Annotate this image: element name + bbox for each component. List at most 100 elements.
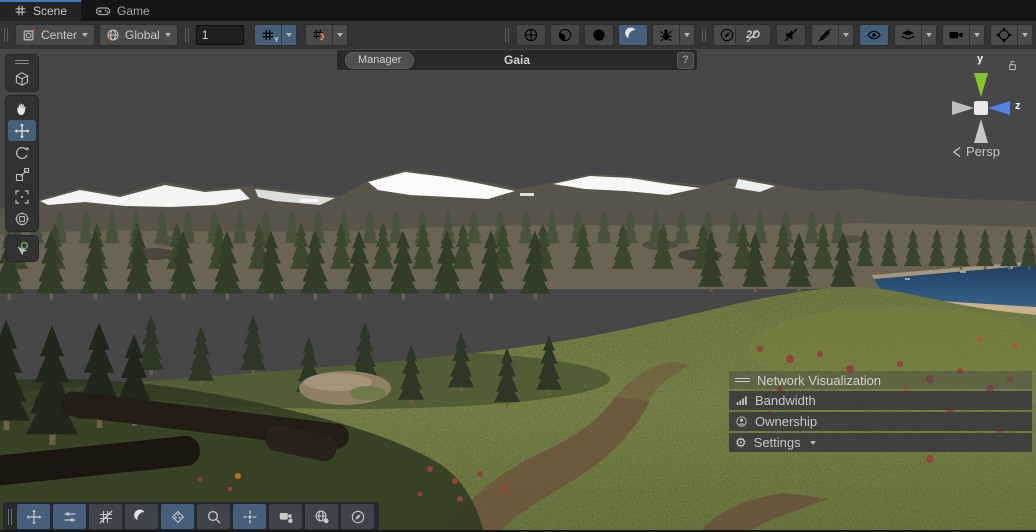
scene-grid-icon	[14, 4, 27, 17]
axis-y-label: y	[977, 53, 983, 65]
toolbar-separator	[702, 28, 706, 42]
axis-z-label: z	[1015, 100, 1021, 112]
toolbar-drag-handle[interactable]	[4, 28, 8, 42]
axis-left-cone[interactable]	[952, 101, 974, 115]
strip-compass-button[interactable]	[341, 504, 374, 529]
tools-drag-handle[interactable]	[8, 57, 36, 67]
chevron-down-icon	[810, 441, 816, 445]
gaia-help-button[interactable]: ?	[677, 52, 694, 69]
network-panel-header[interactable]: Network Visualization	[729, 371, 1032, 389]
grid-axis-letter: Y	[274, 37, 279, 44]
bottom-tool-strip	[3, 502, 379, 531]
gizmos-button[interactable]	[991, 25, 1017, 45]
grid-axis-dropdown[interactable]	[281, 25, 296, 45]
strip-drag-handle[interactable]	[8, 509, 12, 525]
strip-grid-snap-off-button[interactable]	[89, 504, 122, 529]
tab-game-label: Game	[117, 4, 150, 18]
orientation-label: Global	[125, 28, 160, 42]
grid-size-input[interactable]	[196, 25, 244, 45]
panel-drag-handle-icon	[735, 376, 750, 384]
sphere-fill-button[interactable]	[584, 24, 614, 46]
strip-camera-capture-button[interactable]	[269, 504, 302, 529]
scene-viewport-render	[0, 49, 1036, 532]
pan-hand-tool-button[interactable]	[8, 98, 36, 119]
axis-z-cone[interactable]	[988, 101, 1010, 115]
shading-mode-button[interactable]	[516, 24, 546, 46]
strip-world-settings-button[interactable]	[305, 504, 338, 529]
scene-visibility-toggle[interactable]	[859, 24, 889, 46]
gamepad-icon	[95, 3, 111, 19]
network-visualization-panel: Network Visualization Bandwidth Ownershi…	[729, 371, 1032, 452]
effects-toggle[interactable]	[812, 25, 838, 45]
ownership-label: Ownership	[755, 414, 817, 429]
scene-viewport[interactable]: Manager Gaia ? y z	[0, 49, 1036, 532]
pivot-icon	[22, 28, 36, 42]
layers-button[interactable]	[895, 25, 921, 45]
strip-night-mode-button[interactable]	[125, 504, 158, 529]
person-icon	[735, 415, 748, 428]
tab-scene-label: Scene	[33, 4, 67, 18]
persp-chevron-icon	[952, 146, 962, 158]
tab-game[interactable]: Game	[81, 0, 164, 21]
lighting-toggle-button[interactable]	[550, 24, 580, 46]
2d-mode-toggle[interactable]: 2D	[735, 24, 771, 46]
strip-snap-target-button[interactable]	[233, 504, 266, 529]
network-panel-title: Network Visualization	[757, 373, 881, 388]
scene-camera-button[interactable]	[943, 25, 969, 45]
debug-split-button	[652, 24, 695, 46]
lock-icon[interactable]	[1006, 59, 1019, 72]
night-mode-button[interactable]	[618, 24, 648, 46]
ownership-row[interactable]: Ownership	[729, 412, 1032, 431]
grid-snap-split-button	[305, 24, 348, 46]
strip-move-tool-button[interactable]	[17, 504, 50, 529]
tab-scene[interactable]: Scene	[0, 0, 81, 21]
grid-axis-toggle[interactable]: Y	[255, 25, 281, 45]
axis-y-cone[interactable]	[974, 73, 988, 97]
projection-indicator[interactable]: Persp	[952, 144, 1000, 159]
unity-editor-window: { "window": { "tabs": [ { "label": "Scen…	[0, 0, 1036, 532]
strip-zoom-button[interactable]	[197, 504, 230, 529]
grid-snap-toggle[interactable]	[306, 25, 332, 45]
bar-chart-icon	[735, 394, 748, 407]
toolbar-separator	[185, 28, 189, 42]
bandwidth-label: Bandwidth	[755, 393, 816, 408]
strip-settings-sliders-button[interactable]	[53, 504, 86, 529]
grid-visibility-split-button: Y	[254, 24, 297, 46]
transform-tool-button[interactable]	[8, 208, 36, 229]
strip-terrain-stamp-button[interactable]	[161, 504, 194, 529]
effects-dropdown[interactable]	[838, 25, 853, 45]
gizmo-center-cube[interactable]	[974, 101, 988, 115]
view-cube-tool-button[interactable]	[8, 68, 36, 89]
move-tool-button[interactable]	[8, 120, 36, 141]
editor-tab-bar: Scene Game	[0, 0, 1036, 21]
projection-label: Persp	[966, 144, 1000, 159]
scale-tool-button[interactable]	[8, 164, 36, 185]
bandwidth-row[interactable]: Bandwidth	[729, 391, 1032, 410]
settings-label: Settings	[754, 435, 801, 450]
camera-split-button	[942, 24, 985, 46]
tool-handle-rotation-dropdown[interactable]: Global	[99, 24, 178, 46]
rotate-tool-button[interactable]	[8, 142, 36, 163]
debug-bug-button[interactable]	[653, 25, 679, 45]
scene-view-toolbar: Center Global Y	[0, 21, 1036, 50]
tools-overlay	[5, 54, 39, 262]
custom-editor-tool-button[interactable]	[8, 238, 36, 259]
gizmos-split-button	[990, 24, 1033, 46]
pivot-label: Center	[41, 28, 77, 42]
scene-camera-dropdown[interactable]	[969, 25, 984, 45]
gizmos-dropdown[interactable]	[1017, 25, 1032, 45]
audio-mute-toggle[interactable]	[776, 24, 806, 46]
settings-row[interactable]: ⚙ Settings	[729, 433, 1032, 452]
rect-tool-button[interactable]	[8, 186, 36, 207]
chevron-down-icon	[82, 33, 88, 37]
layers-split-button	[894, 24, 937, 46]
debug-dropdown[interactable]	[679, 25, 694, 45]
axis-down-cone[interactable]	[974, 119, 988, 143]
grid-snap-dropdown[interactable]	[332, 25, 347, 45]
grid-snap-icon	[312, 28, 326, 42]
globe-icon	[106, 28, 120, 42]
chevron-down-icon	[165, 33, 171, 37]
gaia-title: Gaia	[337, 53, 697, 67]
layers-dropdown[interactable]	[921, 25, 936, 45]
tool-handle-pivot-dropdown[interactable]: Center	[15, 24, 95, 46]
